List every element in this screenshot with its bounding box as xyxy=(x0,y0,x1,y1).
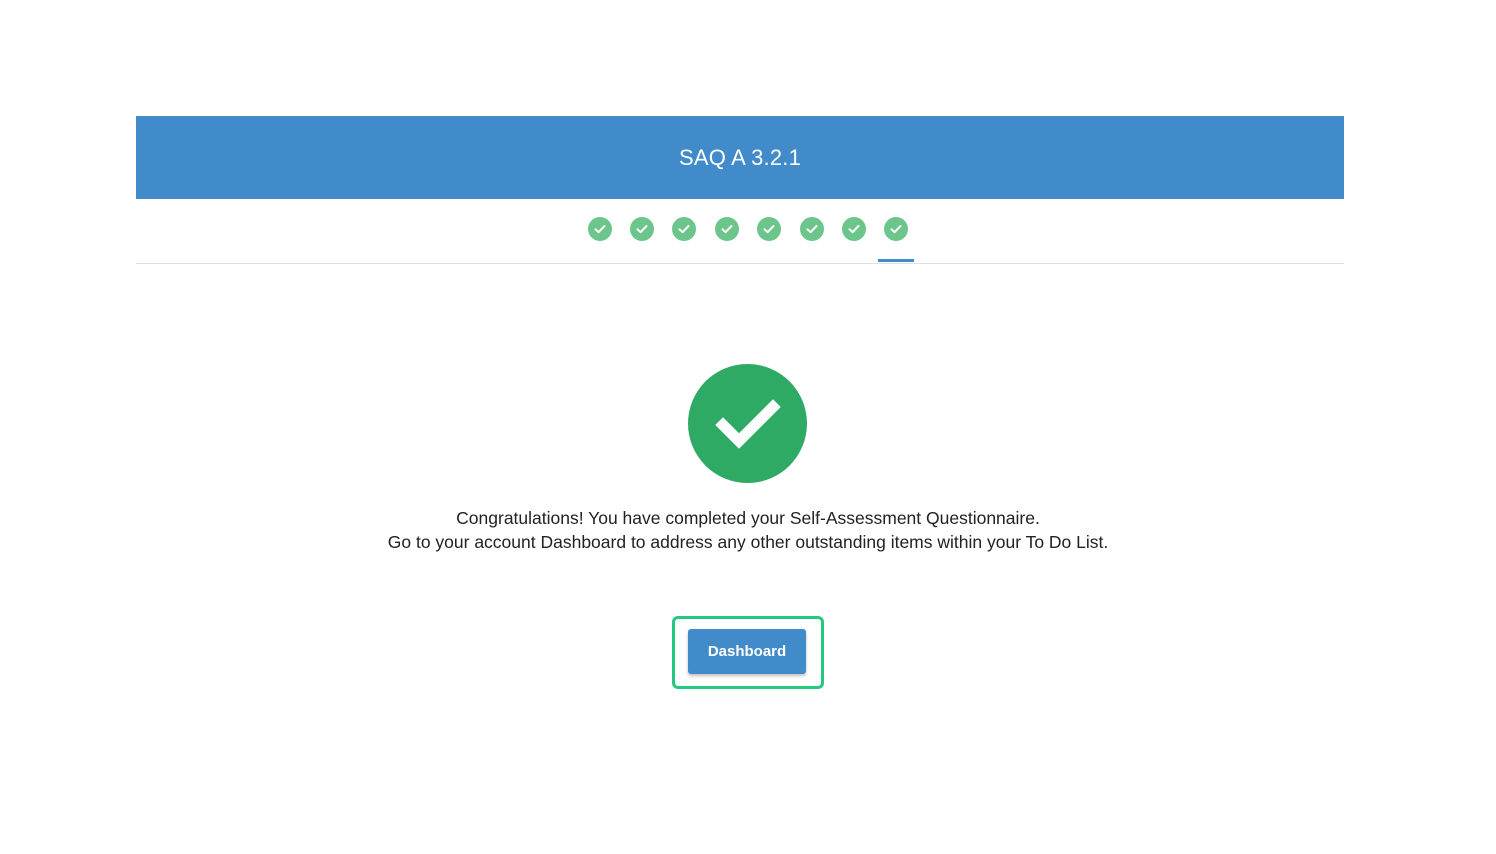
completion-message-line-1: Congratulations! You have completed your… xyxy=(456,508,1040,528)
step-3-complete-icon[interactable] xyxy=(672,217,696,241)
dashboard-button[interactable]: Dashboard xyxy=(688,629,806,674)
checkmark-icon xyxy=(714,398,781,449)
completion-message: Congratulations! You have completed your… xyxy=(248,506,1248,554)
check-icon xyxy=(636,225,648,234)
progress-steps xyxy=(136,199,1344,264)
completion-page: SAQ A 3.2.1 Congratulations! You have co… xyxy=(0,0,1496,854)
check-icon xyxy=(721,225,733,234)
questionnaire-title: SAQ A 3.2.1 xyxy=(678,144,802,170)
check-icon xyxy=(594,225,606,234)
check-icon xyxy=(763,225,775,234)
step-5-complete-icon[interactable] xyxy=(757,217,781,241)
check-circle-icon xyxy=(688,364,807,483)
check-icon xyxy=(890,225,902,234)
questionnaire-header: SAQ A 3.2.1 xyxy=(136,116,1344,199)
step-2-complete-icon[interactable] xyxy=(630,217,654,241)
step-8-complete-icon[interactable] xyxy=(884,217,908,241)
active-step-indicator xyxy=(878,259,914,262)
step-1-complete-icon[interactable] xyxy=(588,217,612,241)
completion-message-line-2: Go to your account Dashboard to address … xyxy=(387,532,1109,552)
check-icon xyxy=(806,225,818,234)
step-6-complete-icon[interactable] xyxy=(800,217,824,241)
step-4-complete-icon[interactable] xyxy=(715,217,739,241)
check-icon xyxy=(678,225,690,234)
check-icon xyxy=(848,225,860,234)
step-7-complete-icon[interactable] xyxy=(842,217,866,241)
